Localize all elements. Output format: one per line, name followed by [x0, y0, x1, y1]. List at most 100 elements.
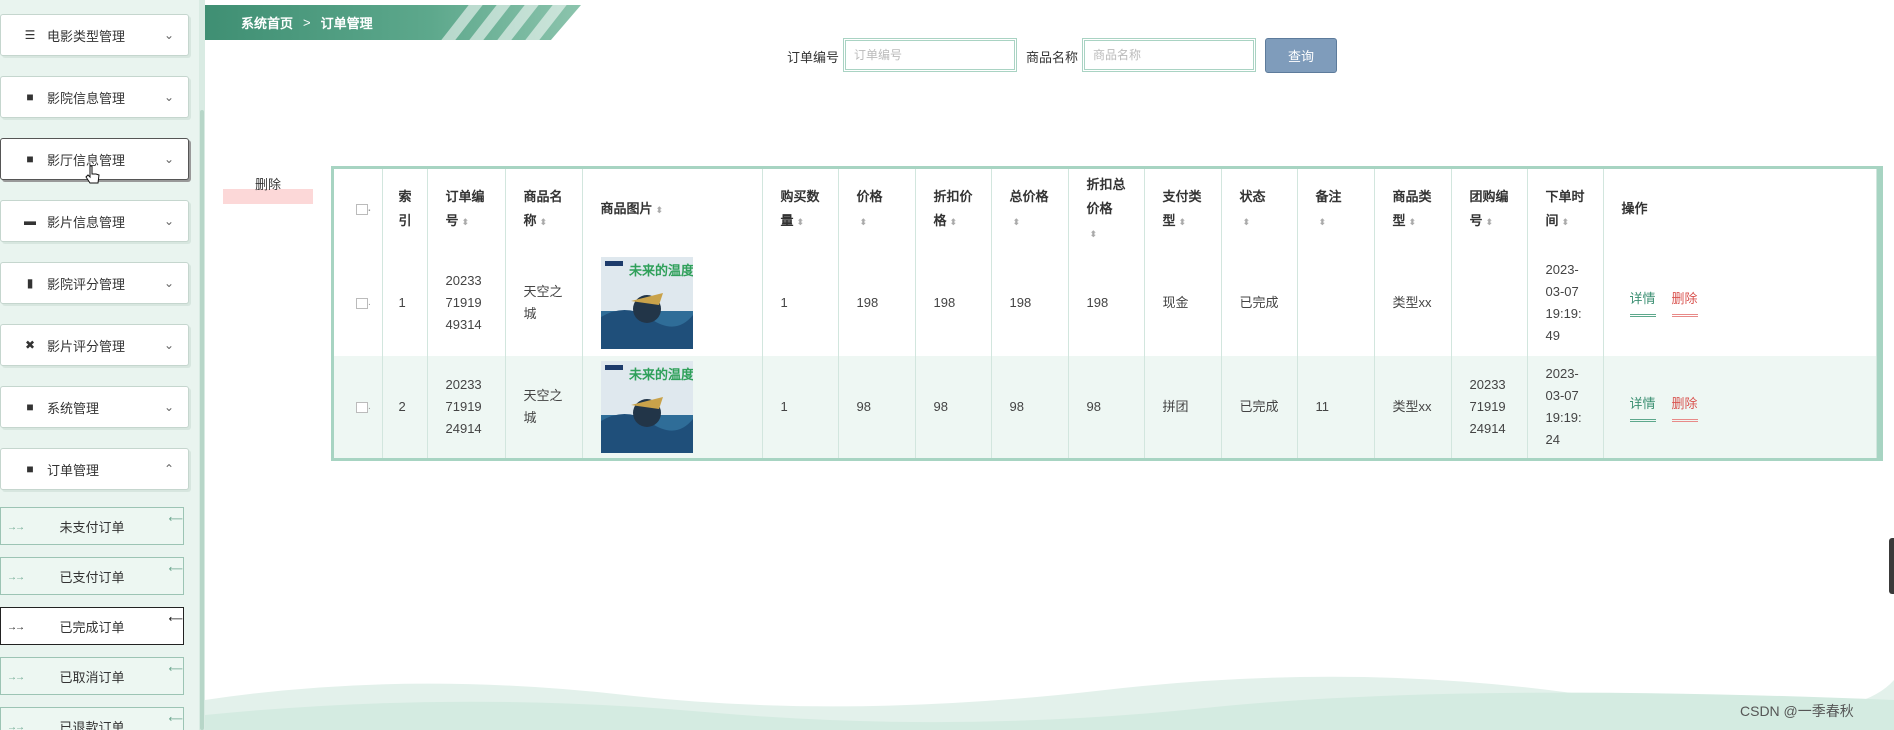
header-status[interactable]: 状态 ⬍: [1221, 169, 1298, 249]
header-payment-type[interactable]: 支付类型 ⬍: [1144, 169, 1222, 249]
sort-icon[interactable]: ⬍: [1013, 217, 1021, 227]
header-order-time[interactable]: 下单时间 ⬍: [1527, 169, 1604, 249]
cell-discount-total: 98: [1068, 356, 1145, 458]
submenu-completed-orders[interactable]: →→ 已完成订单 ⟵: [0, 607, 184, 645]
header-product-name[interactable]: 商品名称 ⬍: [505, 169, 583, 249]
decorative-waves: [205, 676, 1894, 730]
header-product-type[interactable]: 商品类型 ⬍: [1374, 169, 1452, 249]
arrow-left-icon: ⟵: [168, 564, 183, 575]
submenu-label: 已支付订单: [59, 569, 125, 585]
submenu-unpaid-orders[interactable]: →→ 未支付订单 ⟵: [0, 507, 184, 545]
breadcrumb: 系统首页 > 订单管理: [205, 5, 581, 40]
menu-label: 影院信息管理: [47, 90, 126, 106]
cell-product-type: 类型xx: [1374, 356, 1452, 458]
header-discount-price[interactable]: 折扣价格 ⬍: [915, 169, 992, 249]
header-total-price[interactable]: 总价格 ⬍: [991, 169, 1069, 249]
chevron-down-icon: ⌄: [163, 400, 175, 414]
sort-icon[interactable]: ⬍: [860, 217, 868, 227]
sort-icon[interactable]: ⬍: [1562, 217, 1570, 227]
sort-icon[interactable]: ⬍: [1090, 229, 1098, 239]
chevron-down-icon: ⌄: [163, 214, 175, 228]
header-actions: 操作: [1603, 169, 1877, 249]
arrow-right-icon: →→: [7, 522, 25, 533]
menu-film-rating[interactable]: ✖ 影片评分管理 ⌄: [0, 324, 189, 366]
detail-button[interactable]: 详情: [1629, 393, 1656, 422]
delete-button[interactable]: 删除: [1671, 288, 1698, 317]
submenu-refunded-orders[interactable]: →→ 已退款订单 ⟵: [0, 707, 184, 730]
header-remark[interactable]: 备注 ⬍: [1297, 169, 1375, 249]
cell-group-buy-no: [1451, 249, 1528, 356]
cell-payment-type: 现金: [1144, 249, 1222, 356]
cell-index: 2: [382, 356, 428, 458]
header-group-buy-no[interactable]: 团购编号 ⬍: [1451, 169, 1528, 249]
sort-icon[interactable]: ⬍: [1486, 217, 1494, 227]
chevron-down-icon: ⌄: [163, 90, 175, 104]
menu-cinema-info[interactable]: ■ 影院信息管理 ⌄: [0, 76, 189, 118]
movie-poster-image[interactable]: 未来的温度: [600, 361, 693, 453]
menu-system[interactable]: ■ 系统管理 ⌄: [0, 386, 189, 428]
row-select-cell[interactable]: .: [334, 356, 383, 458]
query-button[interactable]: 查询: [1265, 38, 1337, 73]
cell-order-time: 2023- 03-07 19:19: 49: [1527, 249, 1604, 356]
sidebar-scrollbar-thumb[interactable]: [200, 110, 204, 730]
order-no-input[interactable]: [843, 38, 1017, 72]
movie-poster-image[interactable]: 未来的温度: [600, 256, 693, 349]
header-discount-total[interactable]: 折扣总价格 ⬍: [1068, 169, 1145, 249]
sort-icon[interactable]: ⬍: [540, 217, 548, 227]
header-price[interactable]: 价格 ⬍: [838, 169, 916, 249]
arrow-right-icon: →→: [7, 622, 25, 633]
menu-label: 影厅信息管理: [47, 152, 126, 168]
submenu-cancelled-orders[interactable]: →→ 已取消订单 ⟵: [0, 657, 184, 695]
select-all-cell[interactable]: .: [334, 169, 383, 249]
arrow-right-icon: →→: [7, 572, 25, 583]
sort-icon[interactable]: ⬍: [656, 205, 664, 215]
sort-icon[interactable]: ⬍: [1243, 217, 1251, 227]
batch-delete-button[interactable]: 删除: [223, 172, 313, 204]
sort-icon[interactable]: ⬍: [1179, 217, 1187, 227]
row-checkbox[interactable]: [356, 402, 368, 414]
menu-cinema-rating[interactable]: ▮ 影院评分管理 ⌄: [0, 262, 189, 304]
header-order-no[interactable]: 订单编号 ⬍: [427, 169, 506, 249]
cell-product-image[interactable]: 未来的温度: [582, 356, 763, 458]
cell-actions: 详情 删除: [1603, 249, 1877, 356]
cell-quantity: 1: [762, 356, 839, 458]
header-product-image[interactable]: 商品图片 ⬍: [582, 169, 763, 249]
select-all-checkbox[interactable]: [356, 204, 368, 216]
list-icon: ☰: [24, 28, 36, 42]
sort-icon[interactable]: ⬍: [950, 217, 958, 227]
menu-movie-type[interactable]: ☰ 电影类型管理 ⌄: [0, 14, 189, 56]
menu-orders[interactable]: ■ 订单管理 ⌃: [0, 448, 189, 490]
submenu-label: 已退款订单: [59, 719, 125, 730]
cell-order-no: 20233 71919 24914: [427, 356, 506, 458]
delete-button[interactable]: 删除: [1671, 393, 1698, 422]
submenu-label: 未支付订单: [59, 519, 125, 535]
menu-film-info[interactable]: ▬ 影片信息管理 ⌄: [0, 200, 189, 242]
submenu-paid-orders[interactable]: →→ 已支付订单 ⟵: [0, 557, 184, 595]
cell-product-image[interactable]: 未来的温度: [582, 249, 763, 356]
row-select-cell[interactable]: .: [334, 249, 383, 356]
chevron-up-icon: ⌃: [163, 462, 175, 476]
row-checkbox[interactable]: [356, 297, 368, 309]
menu-label: 系统管理: [47, 400, 100, 416]
chevron-down-icon: ⌄: [163, 152, 175, 166]
arrow-left-icon: ⟵: [168, 614, 183, 625]
hand-cursor-icon: [85, 165, 100, 184]
sort-icon[interactable]: ⬍: [1409, 217, 1417, 227]
cell-quantity: 1: [762, 249, 839, 356]
product-name-input[interactable]: [1082, 38, 1256, 72]
cell-status: 已完成: [1221, 249, 1298, 356]
sort-icon[interactable]: ⬍: [797, 217, 805, 227]
header-quantity[interactable]: 购买数量 ⬍: [762, 169, 839, 249]
orders-table: . 索引 订单编号 ⬍ 商品名称 ⬍ 商品图片 ⬍ 购买数量 ⬍ 价格 ⬍ 折扣价格 ⬍ 总…: [331, 166, 1883, 461]
detail-button[interactable]: 详情: [1629, 288, 1656, 317]
cell-index: 1: [382, 249, 428, 356]
arrow-right-icon: →→: [7, 672, 25, 683]
sort-icon[interactable]: ⬍: [462, 217, 470, 227]
cell-discount-total: 198: [1068, 249, 1145, 356]
breadcrumb-home-link[interactable]: 系统首页: [241, 13, 293, 32]
cell-remark: 11: [1297, 356, 1375, 458]
side-panel-handle[interactable]: [1889, 538, 1894, 594]
sort-icon[interactable]: ⬍: [1319, 217, 1327, 227]
grid-icon: ■: [26, 90, 34, 104]
poster-title: 未来的温度: [628, 263, 693, 278]
